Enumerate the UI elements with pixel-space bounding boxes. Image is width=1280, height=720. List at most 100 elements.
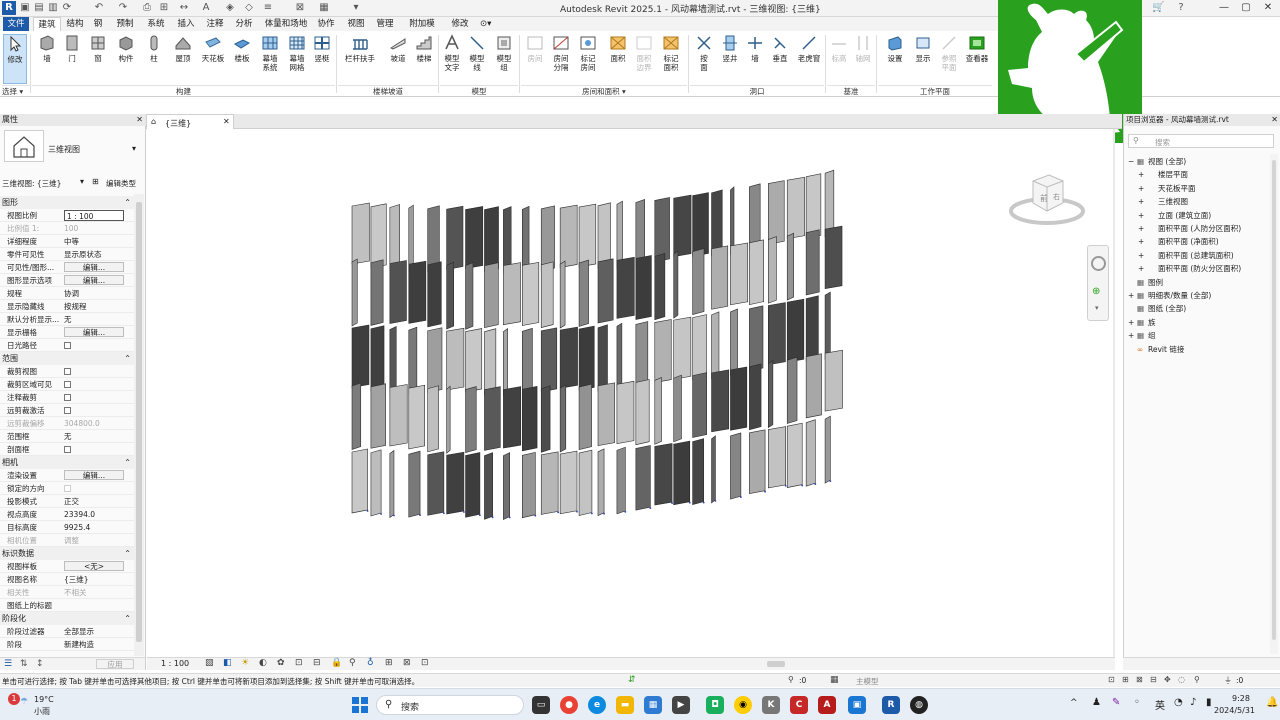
curtain-panel[interactable] (786, 232, 794, 301)
curtain-panel[interactable] (692, 372, 707, 438)
curtain-panel[interactable] (654, 376, 662, 445)
sun-path-icon[interactable]: ☀ (241, 658, 249, 668)
browser-node[interactable]: + 面积平面 (净面积) (1138, 236, 1219, 247)
curtain-panel[interactable] (408, 260, 427, 324)
curtain-panel[interactable] (408, 384, 425, 450)
edit-type-button[interactable]: 编辑类型 (106, 178, 136, 189)
tab-systems[interactable]: 系统 (142, 17, 170, 31)
selector-dropdown-icon[interactable]: ▾ (80, 177, 84, 186)
edit-type-icon[interactable]: ⊞ (92, 177, 99, 186)
browser-scroll-thumb[interactable] (1272, 160, 1276, 640)
curtain-panel[interactable] (540, 261, 554, 328)
sort-icon[interactable]: ↕ (36, 659, 44, 669)
app-dark-icon[interactable]: ◍ (910, 696, 928, 714)
ceiling-button[interactable]: 天花板 (199, 34, 227, 84)
grid-button[interactable]: 轴网 (853, 34, 873, 84)
tab-prefab[interactable]: 预制 (111, 17, 139, 31)
curtain-panel[interactable] (559, 326, 578, 389)
analysis-icon[interactable]: ⊡ (421, 658, 429, 668)
property-edit-button[interactable]: 编辑... (64, 470, 124, 480)
component-button[interactable]: 构件 (112, 34, 140, 84)
close-properties-icon[interactable]: ✕ (136, 114, 143, 126)
wall-button[interactable]: 墙 (35, 34, 59, 84)
property-group[interactable]: 标识数据 ⌃ (0, 547, 134, 560)
curtain-panel[interactable] (635, 445, 651, 511)
curtain-panel[interactable] (692, 192, 709, 257)
curtain-panel[interactable] (559, 384, 567, 453)
active-model[interactable]: 主模型 (856, 676, 916, 686)
browser-node[interactable]: + 面积平面 (人防分区面积) (1138, 223, 1241, 234)
curtain-panel[interactable] (597, 324, 608, 392)
curtain-panel[interactable] (673, 194, 692, 257)
curtain-panel[interactable] (578, 259, 589, 327)
curtain-panel[interactable] (370, 383, 386, 449)
acrobat-icon[interactable]: A (818, 696, 836, 714)
battery-icon[interactable]: ▮ (1206, 697, 1212, 708)
curtain-panel[interactable] (351, 448, 368, 514)
curtain-panel[interactable] (730, 308, 738, 377)
curtain-panel[interactable] (768, 302, 786, 366)
curtain-panel[interactable] (654, 197, 670, 263)
tab-insert[interactable]: 插入 (172, 17, 200, 31)
app-yellow-icon[interactable]: ◉ (734, 696, 752, 714)
curtain-panel[interactable] (805, 295, 819, 362)
close-button[interactable]: ✕ (1258, 1, 1278, 15)
curtain-panel[interactable] (597, 202, 611, 269)
property-group[interactable]: 图形 ⌃ (0, 196, 134, 209)
curtain-panel[interactable] (503, 206, 512, 274)
selection-filter-icon[interactable]: ⚲ (1194, 675, 1200, 684)
tab-view[interactable]: 视图 (343, 17, 369, 31)
curtain-panel[interactable] (692, 248, 705, 315)
tab-steel[interactable]: 钢 (89, 17, 107, 31)
curtain-panel[interactable] (768, 360, 774, 429)
app-c-icon[interactable]: C (790, 696, 808, 714)
tab-structure[interactable]: 结构 (62, 17, 88, 31)
curtain-panel[interactable] (446, 327, 465, 391)
collapse-group-icon[interactable]: ⌃ (124, 547, 131, 560)
viewcube[interactable]: 前 右 (1007, 167, 1087, 231)
area-boundary-button[interactable]: 面积 边界 (632, 34, 656, 84)
curtain-panel[interactable] (427, 327, 443, 393)
model-group-button[interactable]: 模型 组 (492, 34, 516, 84)
curtain-panel[interactable] (484, 386, 501, 451)
lock-view-icon[interactable]: 🔒 (331, 658, 342, 668)
steering-wheel-icon[interactable] (1091, 256, 1106, 271)
expand-toggle-icon[interactable]: + (1138, 211, 1147, 220)
property-edit-button[interactable]: 编辑... (64, 327, 124, 337)
curtain-panel[interactable] (805, 229, 820, 296)
undo-icon[interactable]: ↶ (93, 2, 105, 14)
curtain-panel[interactable] (522, 385, 538, 452)
curtain-panel[interactable] (805, 353, 822, 419)
curtain-panel[interactable] (370, 449, 382, 517)
curtain-panel[interactable] (370, 259, 384, 326)
curtain-panel[interactable] (786, 356, 798, 424)
curtain-panel[interactable] (522, 327, 533, 396)
curtain-panel[interactable] (597, 258, 614, 324)
tab-file[interactable]: 文件 (3, 17, 29, 31)
by-face-button[interactable]: 按 面 (694, 34, 714, 84)
collapse-group-icon[interactable]: ⌃ (124, 196, 131, 209)
curtain-panel[interactable] (824, 415, 831, 484)
curtain-panel[interactable] (389, 384, 408, 447)
curtain-panel[interactable] (351, 382, 362, 450)
volume-icon[interactable]: ♪ (1190, 697, 1196, 708)
curtain-panel[interactable] (654, 443, 673, 506)
edge-icon[interactable]: e (588, 696, 606, 714)
property-group[interactable]: 相机 ⌃ (0, 456, 134, 469)
clock-time[interactable]: 9:28 (1232, 694, 1250, 703)
property-group[interactable]: 范围 ⌃ (0, 352, 134, 365)
curtain-panel[interactable] (370, 203, 387, 269)
curtain-panel[interactable] (749, 239, 764, 305)
room-button[interactable]: 房间 (524, 34, 546, 84)
clock-date[interactable]: 2024/5/31 (1214, 706, 1255, 715)
curtain-panel[interactable] (578, 325, 595, 391)
app-blue-icon[interactable]: ▣ (848, 696, 866, 714)
browser-search-box[interactable]: ⚲ 搜索 (1128, 134, 1274, 148)
tag-icon[interactable]: A (200, 2, 212, 14)
wifi-icon[interactable]: ◔ (1174, 697, 1183, 708)
thin-lines-icon[interactable]: ≡ (262, 2, 274, 14)
render-icon[interactable]: ✿ (277, 658, 285, 668)
curtain-panel[interactable] (408, 450, 421, 518)
worksharing-icon[interactable]: ⊠ (403, 658, 411, 668)
curtain-panel[interactable] (786, 298, 805, 363)
